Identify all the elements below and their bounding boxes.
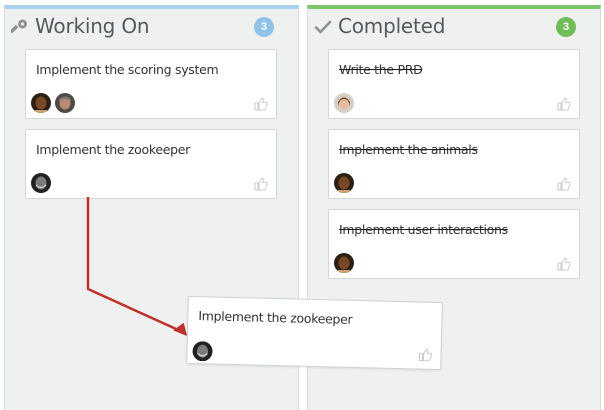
card-title: Implement the zookeeper — [198, 308, 353, 327]
column-title: Working On — [35, 14, 150, 38]
card-title: Write the PRD — [339, 62, 423, 77]
like-icon[interactable] — [418, 348, 433, 362]
task-card[interactable]: Write the PRD — [328, 49, 580, 119]
avatar[interactable] — [334, 93, 354, 113]
avatar[interactable] — [334, 173, 354, 193]
avatar[interactable] — [31, 173, 51, 193]
avatar[interactable] — [55, 93, 75, 113]
card-title: Implement the scoring system — [36, 62, 219, 77]
column-title: Completed — [338, 14, 446, 38]
like-icon[interactable] — [557, 177, 571, 191]
task-card[interactable]: Implement the zookeeper — [25, 129, 277, 199]
like-icon[interactable] — [254, 177, 268, 191]
column-header: Working On 3 — [5, 9, 298, 47]
card-title: Implement the zookeeper — [36, 142, 191, 157]
column-header: Completed 3 — [308, 9, 600, 47]
like-icon[interactable] — [557, 97, 571, 111]
card-title: Implement the animals — [339, 142, 478, 157]
count-badge: 3 — [556, 17, 576, 37]
wrench-icon — [11, 19, 27, 34]
like-icon[interactable] — [254, 97, 268, 111]
task-card[interactable]: Implement the scoring system — [25, 49, 277, 119]
count-badge: 3 — [254, 17, 274, 37]
like-icon[interactable] — [557, 257, 571, 271]
avatar[interactable] — [334, 253, 354, 273]
card-title: Implement user interactions — [339, 222, 508, 237]
avatar[interactable] — [192, 341, 213, 362]
avatar[interactable] — [31, 93, 51, 113]
dragging-card[interactable]: Implement the zookeeper — [186, 295, 443, 371]
checkmark-icon — [314, 20, 332, 34]
task-card[interactable]: Implement user interactions — [328, 209, 580, 279]
task-card[interactable]: Implement the animals — [328, 129, 580, 199]
